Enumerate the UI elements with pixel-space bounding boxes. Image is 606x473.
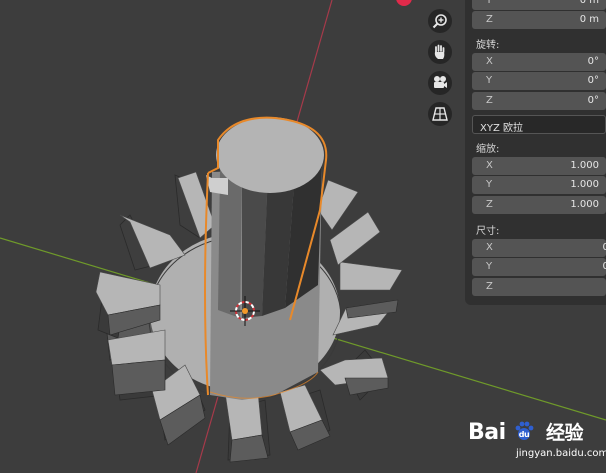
rotation-x-field[interactable]: X 0° bbox=[472, 53, 606, 71]
pan-button[interactable] bbox=[428, 40, 452, 64]
dimensions-label: 尺寸: bbox=[476, 226, 500, 237]
axis-label: X bbox=[486, 56, 493, 67]
axis-label: X bbox=[486, 242, 493, 253]
field-value: 0 m bbox=[579, 14, 599, 25]
paw-logo-icon: du bbox=[506, 420, 542, 445]
axis-label: Y bbox=[486, 0, 493, 6]
watermark-brand-prefix: Bai bbox=[468, 420, 506, 445]
location-y-field[interactable]: Y 0 m bbox=[472, 0, 606, 10]
perspective-toggle-button[interactable] bbox=[428, 102, 452, 126]
field-value: 1.000 bbox=[570, 199, 599, 210]
hand-icon bbox=[434, 44, 445, 59]
axis-label: X bbox=[486, 160, 493, 171]
axis-label: Z bbox=[486, 14, 493, 25]
axis-label: Y bbox=[486, 75, 493, 86]
field-value: 0. bbox=[602, 242, 606, 253]
field-value: 0° bbox=[587, 95, 599, 106]
camera-icon bbox=[434, 76, 447, 88]
baidu-jingyan-watermark: Bai du 经验 jingyan.baidu.com bbox=[450, 405, 606, 473]
axis-origin-marker bbox=[396, 0, 412, 6]
zoom-button[interactable] bbox=[428, 9, 452, 33]
rotation-label: 旋转: bbox=[476, 40, 500, 51]
dimensions-z-field[interactable]: Z bbox=[472, 278, 606, 296]
scale-x-field[interactable]: X 1.000 bbox=[472, 157, 606, 175]
axis-label: Z bbox=[486, 199, 493, 210]
scale-label: 缩放: bbox=[476, 144, 500, 155]
dimensions-x-field[interactable]: X 0. bbox=[472, 239, 606, 257]
axis-label: Y bbox=[486, 179, 493, 190]
axis-label: Z bbox=[486, 95, 493, 106]
dimensions-y-field[interactable]: Y 0. bbox=[472, 258, 606, 276]
watermark-url: jingyan.baidu.com bbox=[516, 448, 606, 459]
field-value: 0° bbox=[587, 56, 599, 67]
magnifier-plus-icon bbox=[432, 14, 447, 29]
rotation-mode-dropdown[interactable]: XYZ 欧拉 bbox=[472, 115, 606, 134]
gear-shaft bbox=[204, 116, 328, 400]
field-value: 0. bbox=[602, 261, 606, 272]
scale-y-field[interactable]: Y 1.000 bbox=[472, 176, 606, 194]
location-z-field[interactable]: Z 0 m bbox=[472, 11, 606, 29]
field-value: 1.000 bbox=[570, 179, 599, 190]
watermark-brand: Bai du 经验 bbox=[468, 418, 584, 445]
watermark-brand-suffix: 经验 bbox=[546, 422, 584, 444]
svg-text:du: du bbox=[519, 430, 530, 439]
grid-perspective-icon bbox=[432, 107, 448, 121]
axis-label: Y bbox=[486, 261, 493, 272]
field-value: 1.000 bbox=[570, 160, 599, 171]
3d-viewport[interactable]: Y 0 m Z 0 m 旋转: X 0° Y 0° Z 0° XYZ 欧拉 缩放… bbox=[0, 0, 606, 473]
gear-mesh[interactable] bbox=[95, 116, 403, 463]
rotation-mode-value: XYZ 欧拉 bbox=[480, 123, 523, 134]
rotation-z-field[interactable]: Z 0° bbox=[472, 92, 606, 110]
rotation-y-field[interactable]: Y 0° bbox=[472, 72, 606, 90]
field-value: 0 m bbox=[579, 0, 599, 6]
camera-view-button[interactable] bbox=[428, 71, 452, 95]
axis-label: Z bbox=[486, 281, 493, 292]
scale-z-field[interactable]: Z 1.000 bbox=[472, 196, 606, 214]
field-value: 0° bbox=[587, 75, 599, 86]
